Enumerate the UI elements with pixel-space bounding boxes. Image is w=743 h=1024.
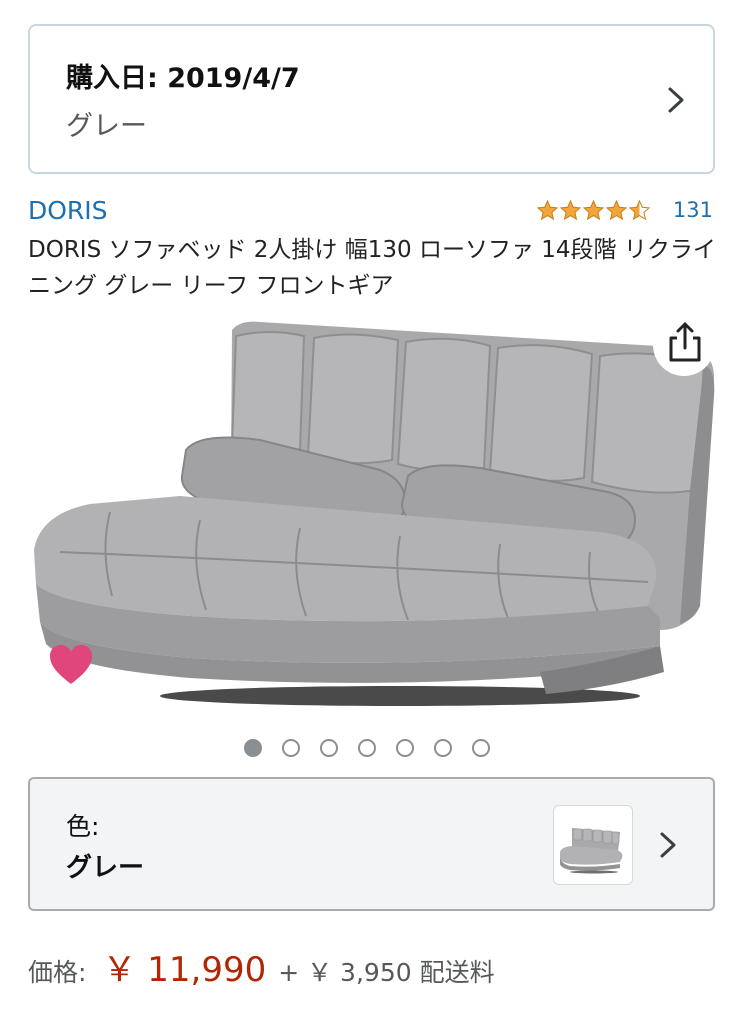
star-half-icon bbox=[628, 199, 651, 220]
review-count[interactable]: 131 bbox=[673, 198, 713, 222]
purchase-variant: グレー bbox=[66, 111, 147, 142]
carousel-dot[interactable] bbox=[396, 739, 414, 757]
star-full-icon bbox=[536, 199, 559, 220]
brand-link[interactable]: DORIS bbox=[28, 196, 108, 225]
carousel-dot[interactable] bbox=[320, 739, 338, 757]
color-thumbnail-image bbox=[560, 828, 623, 874]
chevron-right-icon bbox=[660, 832, 676, 858]
color-value: グレー bbox=[66, 853, 145, 883]
carousel-dot[interactable] bbox=[358, 739, 376, 757]
carousel-dot[interactable] bbox=[282, 739, 300, 757]
price-row: 価格: ￥ 11,990 + ￥ 3,950 配送料 bbox=[28, 942, 495, 991]
product-title: DORIS ソファベッド 2人掛け 幅130 ローソファ 14段階 リクライニン… bbox=[28, 237, 716, 299]
share-icon[interactable] bbox=[667, 320, 703, 364]
color-thumbnail[interactable] bbox=[553, 805, 633, 885]
heart-icon[interactable] bbox=[48, 644, 94, 686]
carousel-dot[interactable] bbox=[434, 739, 452, 757]
purchase-date: 購入日: 2019/4/7 bbox=[66, 63, 300, 94]
product-image-gallery[interactable] bbox=[0, 300, 743, 730]
color-label: 色: bbox=[66, 812, 100, 841]
star-rating bbox=[536, 199, 651, 222]
carousel-dot[interactable] bbox=[244, 739, 262, 757]
rating[interactable]: 131 bbox=[536, 198, 713, 222]
star-full-icon bbox=[605, 199, 628, 220]
purchase-history-card[interactable]: 購入日: 2019/4/7 グレー bbox=[28, 24, 715, 174]
shipping-fee: + ￥ 3,950 配送料 bbox=[278, 958, 495, 987]
star-full-icon bbox=[559, 199, 582, 220]
color-selector[interactable]: 色: グレー bbox=[28, 777, 715, 911]
carousel-dot[interactable] bbox=[472, 739, 490, 757]
product-image bbox=[34, 321, 715, 706]
chevron-right-icon bbox=[668, 87, 684, 113]
price-amount: ￥ 11,990 bbox=[102, 950, 267, 990]
price-label: 価格: bbox=[28, 958, 87, 987]
star-full-icon bbox=[582, 199, 605, 220]
carousel-indicator bbox=[0, 739, 743, 757]
